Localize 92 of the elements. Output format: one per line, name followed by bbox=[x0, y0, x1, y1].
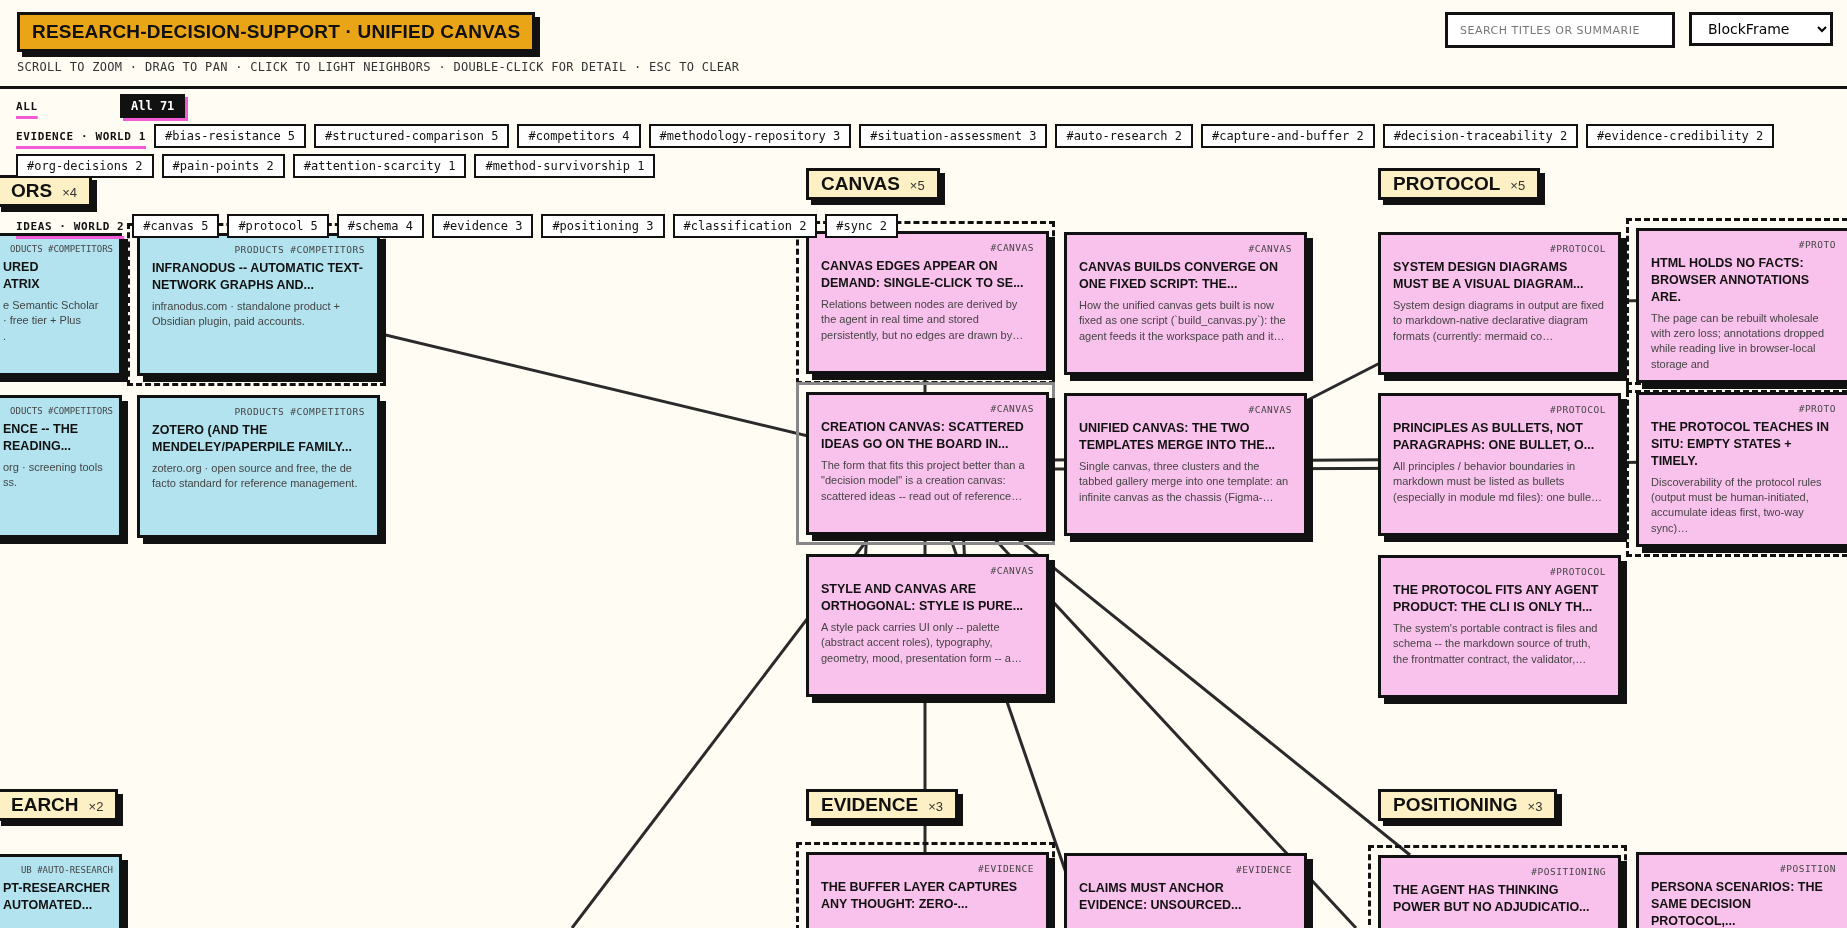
card-summary: All principles / behavior boundaries in markdown must be listed as bullets (especially in module md files): one bulle… bbox=[1393, 458, 1604, 505]
card-tag: #POSITION bbox=[1651, 863, 1836, 874]
card-title: CANVAS BUILDS CONVERGE ON ONE FIXED SCRIPT: THE... bbox=[1079, 259, 1280, 293]
card-title: THE AGENT HAS THINKING POWER BUT NO ADJUDICATIO... bbox=[1393, 882, 1591, 916]
card-title: THE BUFFER LAYER CAPTURES ANY THOUGHT: ZERO-... bbox=[821, 879, 1019, 913]
card-tag: #CANVAS bbox=[821, 565, 1034, 576]
card-tag: #PROTO bbox=[1651, 403, 1836, 414]
card-tag: PRODUCTS #COMPETITORS bbox=[152, 406, 365, 417]
card-tag: ODUCTS #COMPETITORS bbox=[3, 406, 113, 416]
cluster-name: EARCH bbox=[11, 794, 79, 816]
filter-chip[interactable]: #situation-assessment 3 bbox=[859, 124, 1048, 148]
card-summary: The page can be rebuilt wholesale with zero loss; annotations dropped while reading live in browser-local storage and bbox=[1651, 310, 1826, 372]
card-summary: The form that fits this project better than a "decision model" is a creation canvas: scattered ideas -- read out of reference… bbox=[821, 457, 1026, 504]
cluster-count: ×4 bbox=[62, 185, 77, 200]
filter-chip[interactable]: #canvas 5 bbox=[132, 214, 220, 238]
card-tag: #PROTO bbox=[1651, 239, 1836, 250]
search-field[interactable]: SEARCH TITLES OR SUMMARIE bbox=[1445, 12, 1675, 48]
cluster-name: EVIDENCE bbox=[821, 794, 919, 816]
card-summary: e Semantic Scholar · free tier + Plus . bbox=[3, 297, 100, 344]
filter-chip[interactable]: #method-survivorship 1 bbox=[474, 154, 656, 178]
card-tag: PRODUCTS #COMPETITORS bbox=[152, 244, 365, 255]
card-summary: How the unified canvas gets built is now fixed as one script (`build_canvas.py`): the agent feeds it the workspace path and it… bbox=[1079, 297, 1287, 344]
card-tag: ODUCTS #COMPETITORS bbox=[3, 244, 113, 254]
card-tag: #PROTOCOL bbox=[1393, 404, 1606, 415]
filter-group-label: IDEAS · WORLD 2 bbox=[16, 219, 125, 233]
card-title: URED ATRIX bbox=[3, 259, 41, 293]
card-title: PRINCIPLES AS BULLETS, NOT PARAGRAPHS: ONE BULLET, O... bbox=[1393, 420, 1596, 454]
cluster-count: ×5 bbox=[1510, 178, 1526, 193]
card-title: STYLE AND CANVAS ARE ORTHOGONAL: STYLE IS PURE... bbox=[821, 581, 1025, 615]
card-summary: Discoverability of the protocol rules (output must be human-initiated, accumulate ideas first, two-way sync)… bbox=[1651, 474, 1823, 536]
card-summary: infranodus.com · standalone product + Obsidian plugin, paid accounts. bbox=[152, 298, 342, 330]
cluster-name: ORS bbox=[11, 180, 53, 202]
card-tag: #EVIDENCE bbox=[821, 863, 1034, 874]
filter-chip[interactable]: #auto-research 2 bbox=[1055, 124, 1193, 148]
card-tag: #CANVAS bbox=[821, 403, 1034, 414]
filter-chip[interactable]: #methodology-repository 3 bbox=[648, 124, 852, 148]
card-title: INFRANODUS -- AUTOMATIC TEXT-NETWORK GRAPHS AND... bbox=[152, 260, 364, 294]
filter-chip[interactable]: #bias-resistance 5 bbox=[154, 124, 307, 148]
card-title: THE PROTOCOL TEACHES IN SITU: EMPTY STATES + TIMELY. bbox=[1651, 419, 1831, 470]
card-summary: zotero.org · open source and free, the de facto standard for reference management. bbox=[152, 460, 359, 492]
cluster-count: ×5 bbox=[909, 178, 925, 193]
card-tag: #CANVAS bbox=[1079, 404, 1292, 415]
card-title: ZOTERO (AND THE MENDELEY/PAPERPILE FAMILY... bbox=[152, 422, 354, 456]
card-title: PERSONA SCENARIOS: THE SAME DECISION PROTOCOL,... bbox=[1651, 879, 1824, 928]
note-card[interactable]: #POSITION PERSONA SCENARIOS: THE SAME DECISION PROTOCOL,... bbox=[1636, 852, 1847, 928]
card-tag: #CANVAS bbox=[821, 242, 1034, 253]
card-title: PT-RESEARCHER AUTOMATED... bbox=[3, 880, 111, 914]
card-title: SYSTEM DESIGN DIAGRAMS MUST BE A VISUAL DIAGRAM... bbox=[1393, 259, 1585, 293]
filter-chip[interactable]: #pain-points 2 bbox=[161, 154, 285, 178]
card-tag: #POSITIONING bbox=[1393, 866, 1606, 877]
card-tag: UB #AUTO-RESEARCH bbox=[3, 865, 113, 875]
filter-chip[interactable]: #competitors 4 bbox=[517, 124, 641, 148]
card-title: CANVAS EDGES APPEAR ON DEMAND: SINGLE-CLICK TO SE... bbox=[821, 258, 1025, 292]
usage-hint: SCROLL TO ZOOM · DRAG TO PAN · CLICK TO LIGHT NEIGHBORS · DOUBLE-CLICK FOR DETAIL · ESC TO CLEAR bbox=[17, 60, 740, 74]
filter-chip[interactable]: #capture-and-buffer 2 bbox=[1201, 124, 1375, 148]
card-title: HTML HOLDS NO FACTS: BROWSER ANNOTATIONS ARE. bbox=[1651, 255, 1811, 306]
cluster-count: ×3 bbox=[928, 799, 943, 814]
cluster-name: PROTOCOL bbox=[1393, 173, 1501, 195]
card-summary: Relations between nodes are derived by the agent in real time and stored persistently, but no edges are drawn by… bbox=[821, 296, 1025, 343]
filter-chip[interactable]: #positioning 3 bbox=[541, 214, 665, 238]
cluster-count: ×3 bbox=[1527, 799, 1543, 814]
filter-chip[interactable]: #schema 4 bbox=[336, 214, 424, 238]
filter-chip[interactable]: #decision-traceability 2 bbox=[1382, 124, 1579, 148]
card-title: CLAIMS MUST ANCHOR EVIDENCE: UNSOURCED... bbox=[1079, 880, 1243, 914]
filter-group-label: ALL bbox=[16, 99, 39, 113]
cluster-name: CANVAS bbox=[821, 173, 900, 195]
filter-chip[interactable]: All 71 bbox=[120, 94, 186, 118]
card-summary: A style pack carries UI only -- palette (abstract accent roles), typography, geometry, mood, presentation form -- a… bbox=[821, 619, 1023, 666]
card-title: THE PROTOCOL FITS ANY AGENT PRODUCT: THE CLI IS ONLY TH... bbox=[1393, 582, 1600, 616]
frame-select[interactable]: BlockFrame bbox=[1689, 12, 1833, 46]
cluster-name: POSITIONING bbox=[1393, 794, 1518, 816]
filter-chip[interactable]: #protocol 5 bbox=[227, 214, 329, 238]
card-tag: #PROTOCOL bbox=[1393, 243, 1606, 254]
card-tag: #CANVAS bbox=[1079, 243, 1292, 254]
card-summary: org · screening tools ss. bbox=[3, 459, 104, 491]
card-tag: #PROTOCOL bbox=[1393, 566, 1606, 577]
card-title: UNIFIED CANVAS: THE TWO TEMPLATES MERGE INTO THE... bbox=[1079, 420, 1277, 454]
filter-chip[interactable]: #structured-comparison 5 bbox=[314, 124, 510, 148]
filter-chip[interactable]: #attention-scarcity 1 bbox=[292, 154, 467, 178]
card-title: ENCE -- THE READING... bbox=[3, 421, 79, 455]
card-summary: System design diagrams in output are fixed to markdown-native declarative diagram formats (currently: mermaid co… bbox=[1393, 297, 1605, 344]
filter-group-label: EVIDENCE · WORLD 1 bbox=[16, 129, 146, 143]
filter-chip[interactable]: #classification 2 bbox=[672, 214, 818, 238]
card-summary: The system's portable contract is files and schema -- the markdown source of truth, the frontmatter contract, the validator,… bbox=[1393, 620, 1599, 667]
card-summary: Single canvas, three clusters and the tabbed gallery merge into one template: an infinite canvas as the chassis (Figma-… bbox=[1079, 458, 1290, 505]
filter-chip[interactable]: #sync 2 bbox=[825, 214, 898, 238]
filter-chip[interactable]: #org-decisions 2 bbox=[16, 154, 154, 178]
filter-chip[interactable]: #evidence-credibility 2 bbox=[1586, 124, 1775, 148]
card-title: CREATION CANVAS: SCATTERED IDEAS GO ON THE BOARD IN... bbox=[821, 419, 1025, 453]
card-tag: #EVIDENCE bbox=[1079, 864, 1292, 875]
cluster-count: ×2 bbox=[88, 799, 104, 814]
filter-chip[interactable]: #evidence 3 bbox=[431, 214, 534, 238]
